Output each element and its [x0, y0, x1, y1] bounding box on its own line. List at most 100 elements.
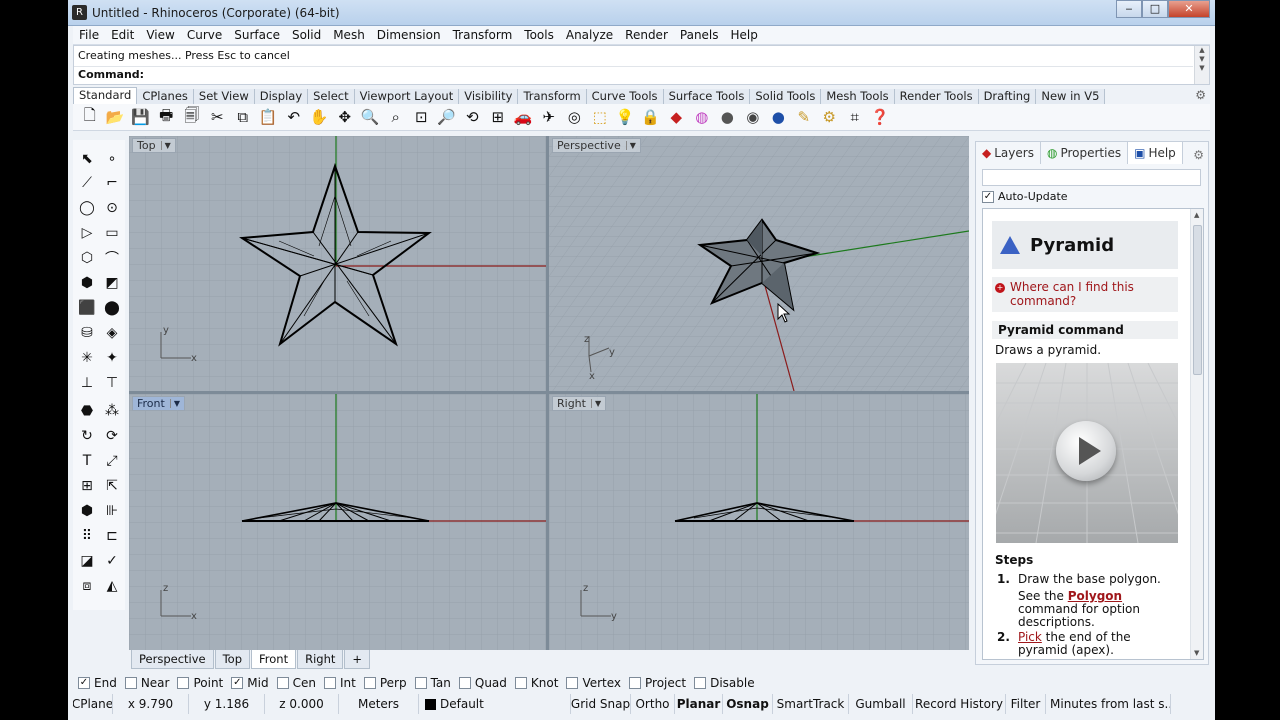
osnap-int[interactable]: Int: [323, 676, 356, 690]
render-icon[interactable]: ●: [766, 106, 792, 128]
surface-from-curves-icon[interactable]: ⬢: [75, 272, 99, 294]
undo-icon[interactable]: ↶: [281, 106, 307, 128]
menu-edit[interactable]: Edit: [105, 28, 140, 42]
check-icon[interactable]: ✓: [100, 550, 124, 572]
named-views-icon[interactable]: 🚗: [511, 106, 537, 128]
osnap-point-checkbox[interactable]: [177, 677, 190, 689]
osnap-knot[interactable]: Knot: [514, 676, 558, 690]
menu-analyze[interactable]: Analyze: [560, 28, 619, 42]
panel-tab-layers[interactable]: ◆ Layers: [976, 142, 1041, 164]
status-ortho[interactable]: Ortho: [631, 694, 675, 714]
rotate-icon[interactable]: ↻: [75, 425, 99, 447]
menu-transform[interactable]: Transform: [447, 28, 519, 42]
status-units[interactable]: Meters: [339, 694, 419, 714]
layer-icon[interactable]: ◆: [664, 106, 690, 128]
import-icon[interactable]: 🗐: [179, 106, 205, 128]
play-button[interactable]: [1056, 421, 1116, 481]
status-grid-snap[interactable]: Grid Snap: [571, 694, 631, 714]
maximize-button[interactable]: □: [1142, 0, 1168, 18]
curve-icon[interactable]: ⌐: [100, 172, 124, 194]
grid-array-icon[interactable]: ⠿: [75, 525, 99, 547]
osnap-cen-checkbox[interactable]: [276, 677, 289, 689]
add-viewport-button[interactable]: +: [344, 650, 371, 669]
drafting-icon[interactable]: ◭: [100, 575, 124, 597]
viewport-top[interactable]: y x Top ▼: [129, 136, 546, 391]
menu-help[interactable]: Help: [725, 28, 764, 42]
copy-icon[interactable]: ⧉: [230, 106, 256, 128]
menu-render[interactable]: Render: [619, 28, 674, 42]
auto-update-check[interactable]: ✓: [982, 190, 994, 203]
status-filter[interactable]: Filter: [1006, 694, 1046, 714]
four-viewports-icon[interactable]: ⊞: [485, 106, 511, 128]
chevron-down-icon[interactable]: ▼: [169, 399, 180, 408]
zoom-window-icon[interactable]: ⌕: [383, 106, 409, 128]
osnap-perp-checkbox[interactable]: [363, 677, 376, 689]
shaded-sphere-icon[interactable]: ●: [715, 106, 741, 128]
tab-curve-tools[interactable]: Curve Tools: [586, 89, 664, 104]
mesh-icon[interactable]: ◈: [100, 322, 124, 344]
box-icon[interactable]: ⬛: [75, 297, 99, 319]
tab-solid-tools[interactable]: Solid Tools: [750, 89, 822, 104]
print-icon[interactable]: 🖶: [154, 106, 180, 128]
auto-update-checkbox[interactable]: ✓ Auto-Update: [982, 190, 1068, 203]
menu-surface[interactable]: Surface: [228, 28, 286, 42]
help-video[interactable]: [996, 363, 1178, 543]
arc-icon[interactable]: ▷: [75, 222, 99, 244]
help-icon[interactable]: ❓: [868, 106, 894, 128]
viewport-right-label[interactable]: Right ▼: [552, 396, 607, 411]
panel-tab-help[interactable]: ▣ Help: [1128, 142, 1183, 164]
tab-visibility[interactable]: Visibility: [459, 89, 519, 104]
fillet-curve-icon[interactable]: ⌒: [100, 247, 124, 269]
solid-box-icon[interactable]: ⬢: [75, 500, 99, 522]
pan-hand-icon[interactable]: ✋: [307, 106, 333, 128]
viewport-perspective[interactable]: z y x Perspective ▼: [549, 136, 969, 391]
viewport-front[interactable]: z x Front ▼: [129, 394, 546, 650]
help-scrollbar[interactable]: ▲ ▼: [1190, 209, 1203, 659]
tab-render-tools[interactable]: Render Tools: [894, 89, 979, 104]
options-gear-icon[interactable]: ⚙: [817, 106, 843, 128]
analyze-icon[interactable]: ◪: [75, 550, 99, 572]
osnap-disable-checkbox[interactable]: [694, 677, 707, 689]
tab-viewport-layout[interactable]: Viewport Layout: [354, 89, 460, 104]
status-gumball[interactable]: Gumball: [849, 694, 913, 714]
osnap-near[interactable]: Near: [124, 676, 169, 690]
tab-cplanes[interactable]: CPlanes: [137, 89, 194, 104]
osnap-cen[interactable]: Cen: [276, 676, 316, 690]
render-tools-icon[interactable]: ⧈: [75, 575, 99, 597]
viewport-perspective-label[interactable]: Perspective ▼: [552, 138, 641, 153]
light-bulb-icon[interactable]: 💡: [613, 106, 639, 128]
tab-set-view[interactable]: Set View: [193, 89, 255, 104]
menu-curve[interactable]: Curve: [181, 28, 228, 42]
pick-link[interactable]: Pick: [1018, 630, 1042, 644]
menu-file[interactable]: File: [73, 28, 105, 42]
gear-icon[interactable]: ⚙: [1193, 148, 1204, 162]
polygon-link[interactable]: Polygon: [1068, 589, 1122, 603]
undo-view-icon[interactable]: ⟲: [460, 106, 486, 128]
split-icon[interactable]: ⊤: [100, 372, 124, 394]
tab-standard[interactable]: Standard: [73, 87, 138, 104]
select-cycle-icon[interactable]: ◎: [562, 106, 588, 128]
vp-tab-right[interactable]: Right: [297, 650, 344, 669]
menu-solid[interactable]: Solid: [286, 28, 327, 42]
tab-display[interactable]: Display: [254, 89, 309, 104]
tab-transform[interactable]: Transform: [518, 89, 587, 104]
help-search-input[interactable]: [982, 169, 1201, 186]
rendered-sphere-icon[interactable]: ◉: [740, 106, 766, 128]
scroll-down-icon[interactable]: ▼: [1194, 649, 1199, 657]
menu-mesh[interactable]: Mesh: [327, 28, 371, 42]
osnap-int-checkbox[interactable]: [323, 677, 336, 689]
color-wheel-icon[interactable]: ◍: [689, 106, 715, 128]
new-file-icon[interactable]: 🗋: [77, 106, 103, 128]
paste-icon[interactable]: 📋: [256, 106, 282, 128]
save-icon[interactable]: 💾: [128, 106, 154, 128]
select-arrow-icon[interactable]: ⬉: [75, 148, 99, 170]
join-icon[interactable]: ⊏: [100, 525, 124, 547]
rectangle-icon[interactable]: ▭: [100, 222, 124, 244]
ellipse-icon[interactable]: ⊙: [100, 197, 124, 219]
render-mesh-icon[interactable]: ✳: [75, 347, 99, 369]
osnap-disable[interactable]: Disable: [694, 676, 755, 690]
move-icon[interactable]: ⇱: [100, 475, 124, 497]
menu-view[interactable]: View: [140, 28, 180, 42]
polygon-icon[interactable]: ⬡: [75, 247, 99, 269]
tab-new-in-v5[interactable]: New in V5: [1036, 89, 1106, 104]
